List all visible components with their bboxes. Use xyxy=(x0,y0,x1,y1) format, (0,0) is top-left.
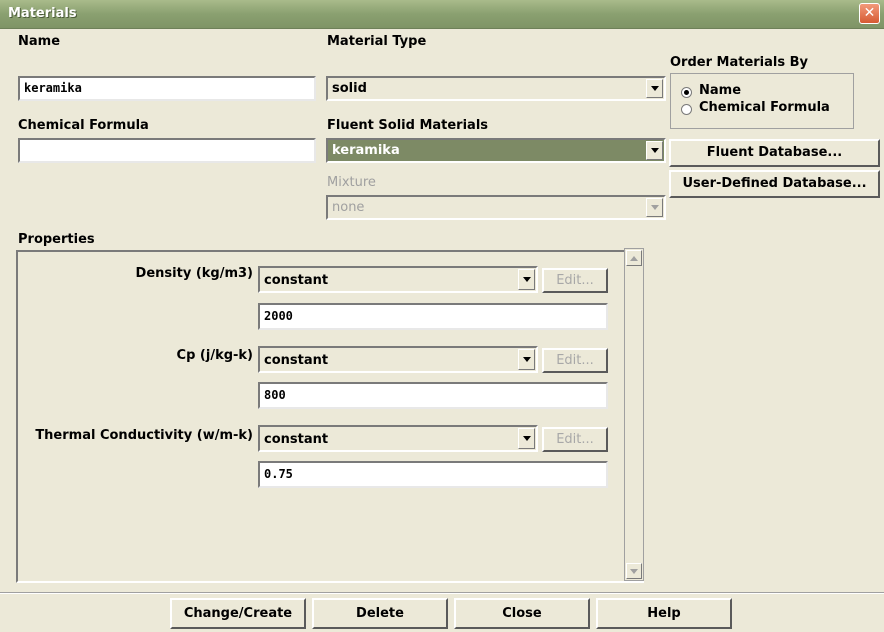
fluent-solid-materials-value: keramika xyxy=(332,143,400,158)
fluent-database-button[interactable]: Fluent Database... xyxy=(669,139,880,167)
thermal-conductivity-edit-button: Edit... xyxy=(542,427,608,452)
radio-label-chemical-formula: Chemical Formula xyxy=(699,100,830,115)
window-title: Materials xyxy=(8,6,77,21)
chevron-down-icon xyxy=(522,277,531,282)
density-value-input[interactable]: 2000 xyxy=(258,303,608,330)
cp-dropdown-button[interactable] xyxy=(518,349,535,370)
thermal-conductivity-value-input[interactable]: 0.75 xyxy=(258,461,608,488)
density-method-value: constant xyxy=(264,273,329,288)
cp-label: Cp (j/kg-k) xyxy=(176,348,253,363)
material-type-value: solid xyxy=(332,81,367,96)
order-materials-by-group: Name Chemical Formula xyxy=(670,73,854,129)
materials-dialog: Materials ✕ Name keramika Chemical Formu… xyxy=(0,0,884,632)
chevron-down-icon xyxy=(522,436,531,441)
cp-method-select[interactable]: constant xyxy=(258,346,538,373)
material-type-label: Material Type xyxy=(327,34,427,49)
thermal-conductivity-method-value: constant xyxy=(264,432,329,447)
name-input[interactable]: keramika xyxy=(18,76,316,101)
title-bar[interactable]: Materials ✕ xyxy=(0,0,884,29)
fluent-solid-materials-dropdown-button[interactable] xyxy=(646,141,663,160)
thermal-conductivity-label: Thermal Conductivity (w/m-k) xyxy=(35,428,253,443)
chemical-formula-label: Chemical Formula xyxy=(18,118,149,133)
help-button[interactable]: Help xyxy=(596,598,732,629)
mixture-value: none xyxy=(332,200,365,215)
scroll-up-button[interactable] xyxy=(626,250,642,266)
properties-panel xyxy=(16,250,644,583)
chevron-down-icon xyxy=(650,86,659,91)
properties-scrollbar[interactable] xyxy=(624,248,644,581)
mixture-select: none xyxy=(326,195,666,220)
footer-separator xyxy=(0,592,884,594)
thermal-conductivity-method-select[interactable]: constant xyxy=(258,425,538,452)
radio-button-name[interactable] xyxy=(681,87,692,98)
arrow-up-icon xyxy=(630,255,638,261)
density-method-select[interactable]: constant xyxy=(258,266,538,293)
mixture-dropdown-button xyxy=(646,198,663,217)
change-create-button[interactable]: Change/Create xyxy=(170,598,306,629)
chevron-down-icon xyxy=(650,148,659,153)
material-type-select[interactable]: solid xyxy=(326,76,666,101)
chevron-down-icon xyxy=(522,357,531,362)
radio-label-name: Name xyxy=(699,83,742,98)
order-materials-by-label: Order Materials By xyxy=(670,55,809,70)
fluent-solid-materials-label: Fluent Solid Materials xyxy=(327,118,489,133)
user-defined-database-button[interactable]: User-Defined Database... xyxy=(669,170,880,198)
cp-edit-button: Edit... xyxy=(542,348,608,373)
arrow-down-icon xyxy=(630,568,638,574)
chemical-formula-input[interactable] xyxy=(18,138,316,163)
scroll-down-button[interactable] xyxy=(626,563,642,579)
cp-method-value: constant xyxy=(264,353,329,368)
properties-label: Properties xyxy=(18,232,95,247)
cp-value-input[interactable]: 800 xyxy=(258,382,608,409)
delete-button[interactable]: Delete xyxy=(312,598,448,629)
material-type-dropdown-button[interactable] xyxy=(646,79,663,98)
density-dropdown-button[interactable] xyxy=(518,269,535,290)
name-label: Name xyxy=(18,34,61,49)
close-window-button[interactable]: ✕ xyxy=(859,3,880,24)
mixture-label: Mixture xyxy=(327,175,376,190)
density-edit-button: Edit... xyxy=(542,268,608,293)
close-button[interactable]: Close xyxy=(454,598,590,629)
chevron-down-icon xyxy=(650,205,659,210)
density-label: Density (kg/m3) xyxy=(135,266,253,281)
thermal-conductivity-dropdown-button[interactable] xyxy=(518,428,535,449)
fluent-solid-materials-select[interactable]: keramika xyxy=(326,138,666,163)
close-icon: ✕ xyxy=(863,5,876,21)
radio-button-chemical-formula[interactable] xyxy=(681,104,692,115)
